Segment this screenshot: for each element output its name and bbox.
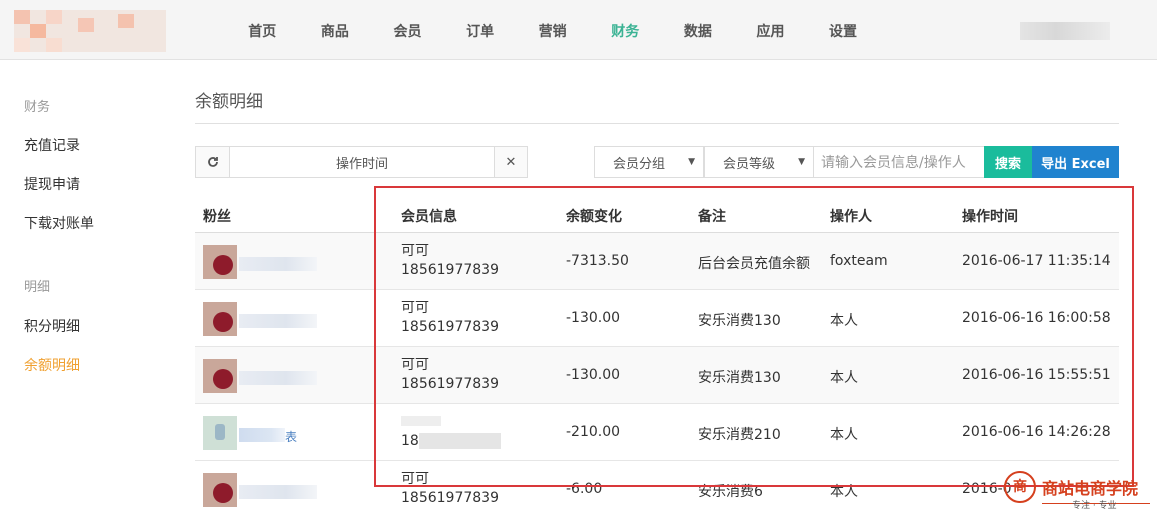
sidebar-item-download-statement[interactable]: 下载对账单 [24,213,94,233]
watermark-logo-icon: 商 [1004,471,1036,503]
operation-time: 2016-06-16 14:26:28 [962,424,1111,440]
operator: 本人 [830,313,858,329]
table-row[interactable]: 表 18 -210.00 安乐消费210 本人 2016-06-16 14:26… [195,404,1119,461]
member-phone: 18 [401,432,501,451]
col-operation-time: 操作时间 [962,209,1018,225]
user-account[interactable] [1020,22,1110,40]
operation-time: 2016-06-17 11:35:14 [962,253,1111,269]
col-member-info: 会员信息 [401,209,457,225]
fan-name [239,257,317,271]
chevron-down-icon: ▼ [798,157,805,167]
member-level-select-label: 会员等级 [723,156,776,172]
balance-change: -130.00 [566,310,621,326]
note: 安乐消费210 [698,427,781,443]
sidebar-item-points-details[interactable]: 积分明细 [24,316,80,336]
note: 安乐消费130 [698,313,781,329]
operator: 本人 [830,370,858,386]
member-phone: 18561977839 [401,376,499,392]
main-nav: 首页 商品 会员 订单 营销 财务 数据 应用 设置 [226,0,879,60]
balance-change: -210.00 [566,424,621,440]
table-row[interactable]: 可可 18561977839 -7313.50 后台会员充值余额 foxteam… [195,233,1119,290]
refresh-icon [207,157,218,167]
sidebar-group-finance: 财务 [24,100,51,115]
fan-name [239,314,317,328]
refresh-button[interactable] [195,146,230,178]
col-balance-change: 余额变化 [566,209,622,225]
operation-time: 2016-06-16 15:55:51 [962,367,1111,383]
table-row[interactable]: 可可 18561977839 -130.00 安乐消费130 本人 2016-0… [195,290,1119,347]
watermark: 商 商站电商学院 专注 · 专业 [1004,469,1154,511]
member-name: 可可 [401,471,429,487]
operator: 本人 [830,484,858,500]
fan-name [239,485,317,499]
title-divider [195,123,1119,124]
member-name [401,413,501,432]
avatar [203,359,237,393]
balance-table: 粉丝 会员信息 余额变化 备注 操作人 操作时间 可可 18561977839 … [195,196,1119,516]
balance-change: -7313.50 [566,253,629,269]
avatar [203,302,237,336]
member-name: 可可 [401,243,429,259]
balance-change: -6.00 [566,481,603,497]
note: 安乐消费6 [698,484,763,500]
col-operator: 操作人 [830,209,872,225]
balance-change: -130.00 [566,367,621,383]
sidebar-item-balance-details[interactable]: 余额明细 [24,355,80,375]
top-navbar: 首页 商品 会员 订单 营销 财务 数据 应用 设置 [0,0,1157,60]
member-phone: 18561977839 [401,319,499,335]
member-name: 可可 [401,300,429,316]
export-excel-button[interactable]: 导出 Excel [1032,146,1119,178]
search-button[interactable]: 搜索 [984,146,1032,178]
fan-name [239,428,285,442]
operator: 本人 [830,427,858,443]
member-info: 可可 18561977839 [401,470,499,508]
member-info: 可可 18561977839 [401,356,499,394]
close-icon: ✕ [505,154,517,170]
nav-finance[interactable]: 财务 [589,0,662,60]
member-info: 可可 18561977839 [401,242,499,280]
col-fans: 粉丝 [203,209,231,225]
member-info: 可可 18561977839 [401,299,499,337]
avatar [203,473,237,507]
search-input[interactable]: 请输入会员信息/操作人 [813,146,985,178]
nav-member[interactable]: 会员 [371,0,444,60]
watermark-subtext: 专注 · 专业 [1072,501,1117,511]
fan-name [239,371,317,385]
nav-data[interactable]: 数据 [662,0,735,60]
avatar [203,245,237,279]
nav-orders[interactable]: 订单 [444,0,517,60]
sidebar-item-recharge-records[interactable]: 充值记录 [24,135,80,155]
member-level-select[interactable]: 会员等级 ▼ [704,146,814,178]
operation-time-field[interactable]: 操作时间 [229,146,495,178]
chevron-down-icon: ▼ [688,157,695,167]
note: 后台会员充值余额 [698,256,810,272]
nav-marketing[interactable]: 营销 [516,0,589,60]
nav-home[interactable]: 首页 [226,0,299,60]
member-group-select-label: 会员分组 [613,156,666,172]
page-title: 余额明细 [195,92,263,112]
nav-goods[interactable]: 商品 [299,0,372,60]
member-phone: 18561977839 [401,490,499,506]
logo[interactable] [14,10,166,52]
table-header: 粉丝 会员信息 余额变化 备注 操作人 操作时间 [195,196,1119,233]
col-note: 备注 [698,209,726,225]
member-name: 可可 [401,357,429,373]
sidebar-item-withdraw-requests[interactable]: 提现申请 [24,174,80,194]
avatar [203,416,237,450]
sidebar: 财务 充值记录 提现申请 下载对账单 明细 积分明细 余额明细 [0,60,175,516]
watermark-text: 商站电商学院 [1042,479,1139,498]
member-group-select[interactable]: 会员分组 ▼ [594,146,704,178]
clear-time-button[interactable]: ✕ [494,146,528,178]
operation-time: 2016-06-16 16:00:58 [962,310,1111,326]
table-row[interactable]: 可可 18561977839 -6.00 安乐消费6 本人 2016-0 [195,461,1119,516]
note: 安乐消费130 [698,370,781,386]
fan-name-suffix: 表 [285,430,298,444]
nav-apps[interactable]: 应用 [734,0,807,60]
sidebar-group-details: 明细 [24,280,51,295]
member-phone: 18561977839 [401,262,499,278]
operator: foxteam [830,253,888,269]
member-info: 18 [401,413,501,451]
table-row[interactable]: 可可 18561977839 -130.00 安乐消费130 本人 2016-0… [195,347,1119,404]
nav-settings[interactable]: 设置 [807,0,880,60]
